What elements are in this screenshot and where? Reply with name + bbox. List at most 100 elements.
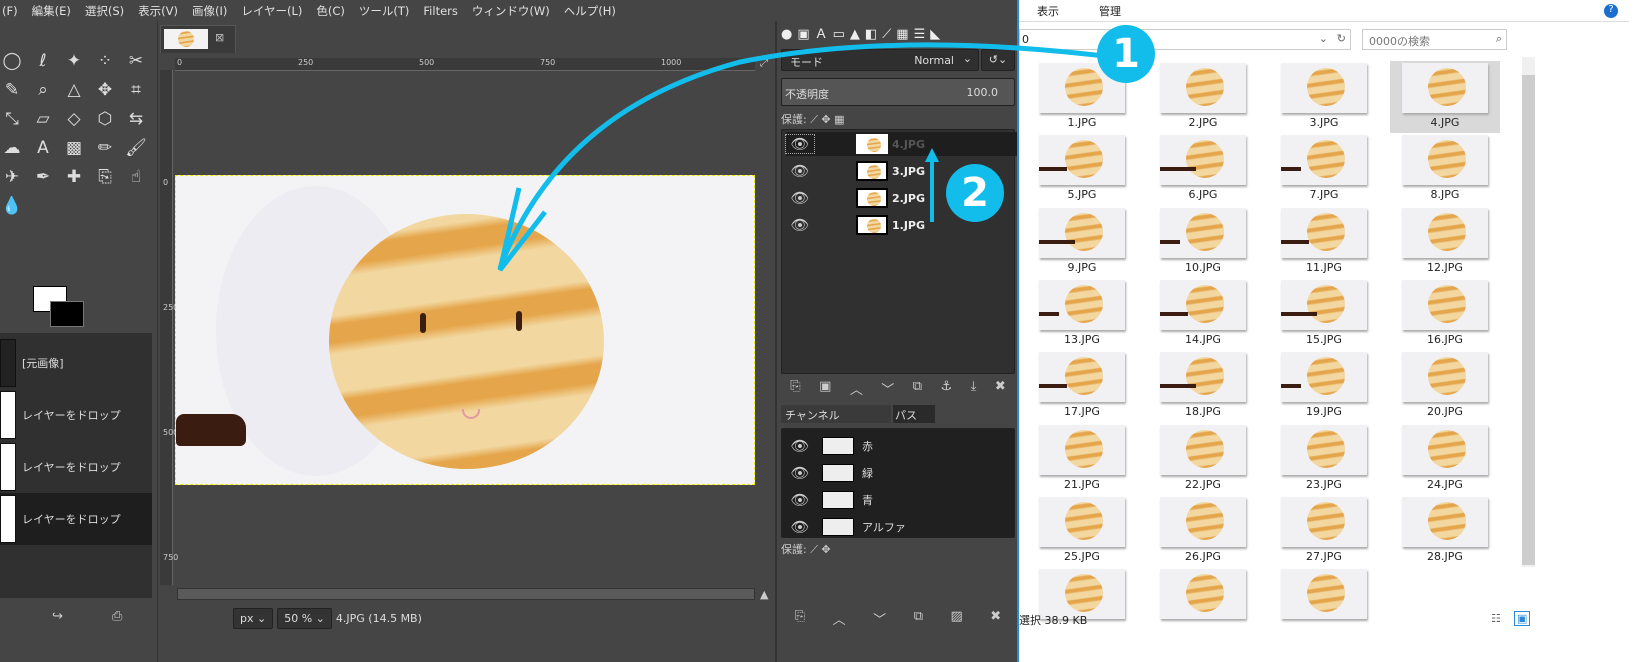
zoom-tool-icon[interactable]: ⌕ [31,78,55,102]
menu-item[interactable]: Filters [423,4,457,18]
visibility-eye-icon[interactable]: 👁 [786,518,814,536]
file-item[interactable]: 9.JPG [1027,206,1137,278]
file-item[interactable]: 26.JPG [1148,495,1258,567]
ribbon-tab-manage[interactable]: 管理 [1099,3,1121,19]
horizontal-scrollbar[interactable] [177,588,755,600]
menu-item[interactable]: (F) [2,4,18,18]
menu-item[interactable]: 編集(E) [32,3,71,19]
opacity-slider[interactable]: 不透明度 100.0 [781,78,1015,106]
lock-position-icon[interactable]: ✥ [821,543,830,556]
visibility-eye-icon[interactable]: 👁 [786,216,814,234]
file-item[interactable]: 11.JPG [1269,206,1379,278]
menu-item[interactable]: ヘルプ(H) [564,3,616,19]
file-item[interactable]: 10.JPG [1148,206,1258,278]
merge-down-icon[interactable]: ⤓ [971,379,977,398]
paintbrush-tool-icon[interactable]: 🖌 [124,136,148,160]
file-item[interactable]: 7.JPG [1269,133,1379,205]
file-item[interactable]: 16.JPG [1390,278,1500,350]
visibility-eye-icon[interactable]: 👁 [786,464,814,482]
lock-alpha-icon[interactable]: ▦ [834,113,844,126]
file-item[interactable]: 21.JPG [1027,423,1137,495]
new-group-icon[interactable]: ▣ [819,379,831,398]
color-picker-tool-icon[interactable]: ✎ [0,78,24,102]
layer-row[interactable]: 👁 4.JPG [785,132,1018,156]
large-icons-view-icon[interactable]: ▣ [1514,611,1531,626]
duplicate-channel-icon[interactable]: ⧉ [914,609,923,628]
zoom-to-fit-icon[interactable]: ⤢ [760,58,768,69]
file-item[interactable] [1269,567,1379,639]
file-item[interactable]: 5.JPG [1027,133,1137,205]
visibility-eye-icon[interactable]: 👁 [786,437,814,455]
scale-tool-icon[interactable]: ⤡ [0,107,24,131]
file-item[interactable]: 27.JPG [1269,495,1379,567]
bucket-fill-tool-icon[interactable]: 💧 [0,194,24,218]
heal-tool-icon[interactable]: ✚ [62,165,86,189]
flip-tool-icon[interactable]: ⇆ [124,107,148,131]
file-item[interactable]: 13.JPG [1027,278,1137,350]
new-channel-icon[interactable]: ⎘ [795,609,805,628]
vertical-scrollbar[interactable] [1522,57,1535,567]
menu-item[interactable]: 色(C) [316,3,345,19]
scissors-tool-icon[interactable]: ✂ [124,49,148,73]
menu-item[interactable]: レイヤー(L) [241,3,302,19]
file-item[interactable]: 6.JPG [1148,133,1258,205]
lock-position-icon[interactable]: ✥ [821,113,830,126]
menu-item[interactable]: 表示(V) [138,3,178,19]
file-item[interactable]: 12.JPG [1390,206,1500,278]
details-view-icon[interactable]: ☷ [1491,612,1501,625]
file-item[interactable]: 28.JPG [1390,495,1500,567]
file-item[interactable]: 3.JPG [1269,61,1379,133]
channel-row[interactable]: 👁 青 [786,487,873,513]
channel-row[interactable]: 👁 赤 [786,433,873,459]
tab-paths[interactable]: パス [893,405,935,423]
lock-pixels-icon[interactable]: ⟋ [810,543,818,556]
file-item[interactable]: 23.JPG [1269,423,1379,495]
dock-tab-icons[interactable]: ●▣Ａ▭▲◧⟋▦☰◣ [781,23,945,42]
zoom-select[interactable]: 50 % ⌄ [277,607,332,629]
new-layer-icon[interactable]: ⎘ [790,379,800,398]
file-item[interactable]: 4.JPG [1390,61,1500,133]
menu-item[interactable]: 画像(I) [192,3,227,19]
search-input[interactable]: 0000の検索 ⌕ [1362,29,1507,50]
ribbon-tab-view[interactable]: 表示 [1037,3,1059,19]
file-item[interactable]: 14.JPG [1148,278,1258,350]
file-item[interactable] [1148,567,1258,639]
file-item[interactable]: 25.JPG [1027,495,1137,567]
file-item[interactable]: 20.JPG [1390,350,1500,422]
menu-item[interactable]: ウィンドウ(W) [472,3,550,19]
refresh-icon[interactable]: ↻ [1337,32,1346,45]
perspective-tool-icon[interactable]: ◇ [62,107,86,131]
file-item[interactable]: 2.JPG [1148,61,1258,133]
composite-mode-select[interactable]: ↺⌄ [981,49,1015,71]
lower-channel-icon[interactable]: ﹀ [873,609,886,628]
blend-tool-icon[interactable]: ▩ [62,136,86,160]
lock-pixels-icon[interactable]: ⟋ [810,113,818,126]
duplicate-layer-icon[interactable]: ⧉ [913,379,922,398]
pencil-tool-icon[interactable]: ✏ [93,136,117,160]
visibility-eye-icon[interactable]: 👁 [786,189,814,207]
menu-item[interactable]: ツール(T) [359,3,410,19]
channel-to-selection-icon[interactable]: ▨ [950,609,962,628]
3d-transform-tool-icon[interactable]: ⬡ [93,107,117,131]
channel-row[interactable]: 👁 緑 [786,460,873,486]
airbrush-tool-icon[interactable]: ✈ [0,165,24,189]
text-tool-icon[interactable]: A [31,136,55,160]
lasso-tool-icon[interactable]: ℓ [31,49,55,73]
file-item[interactable]: 18.JPG [1148,350,1258,422]
undo-history-item[interactable]: レイヤーをドロップ [0,441,152,493]
navigate-icon[interactable]: ▲ [760,588,768,601]
image-canvas[interactable] [175,175,755,485]
file-item[interactable]: 19.JPG [1269,350,1379,422]
file-item[interactable]: 22.JPG [1148,423,1258,495]
close-tab-icon[interactable]: ⊠ [215,31,224,44]
move-tool-icon[interactable]: ✥ [93,78,117,102]
smudge-tool-icon[interactable]: ☝ [124,165,148,189]
delete-channel-icon[interactable]: ✖ [990,609,1001,628]
anchor-icon[interactable]: ⚓ [941,379,953,398]
help-icon[interactable]: ? [1604,4,1618,18]
unit-select[interactable]: px ⌄ [233,607,274,629]
undo-history-item[interactable]: レイヤーをドロップ [0,493,152,545]
measure-tool-icon[interactable]: △ [62,78,86,102]
clear-history-icon[interactable]: ⎙ [112,609,122,624]
undo-history-item[interactable]: [元画像] [0,337,152,389]
